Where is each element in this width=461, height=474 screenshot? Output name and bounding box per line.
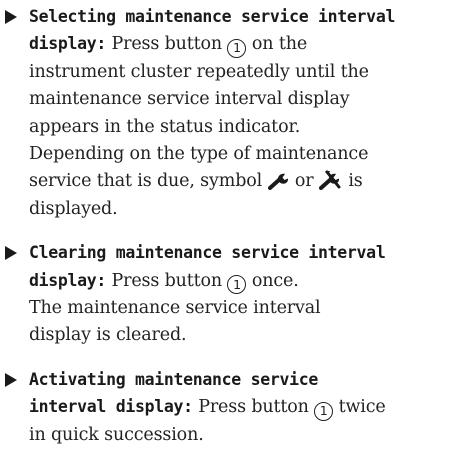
instruction-item-clear: Clearing maintenance service interval di… <box>0 239 461 350</box>
instruction-text: instrument cluster repeatedly until the <box>29 61 369 82</box>
instruction-text: The maintenance service interval <box>29 298 321 319</box>
button-1-icon: 1 <box>314 402 334 422</box>
wrench-icon <box>267 174 288 191</box>
instruction-heading-cont: display: <box>29 270 107 290</box>
double-wrench-icon <box>318 170 341 191</box>
instruction-text: in quick succession. <box>29 424 204 445</box>
instruction-line: display: Press button 1 on the <box>29 30 461 59</box>
instruction-heading: Activating maintenance service <box>29 369 319 389</box>
instruction-heading-cont: interval display: <box>29 397 193 417</box>
button-1-icon: 1 <box>227 275 247 295</box>
instruction-item-select: Selecting maintenance service interval d… <box>0 3 461 223</box>
instruction-text: Depending on the type of maintenance <box>29 144 369 165</box>
instruction-line: display: Press button 1 once. <box>29 267 461 295</box>
bullet-arrow-icon <box>5 10 17 24</box>
instruction-page: Selecting maintenance service interval d… <box>0 0 461 474</box>
instruction-line-symbols: service that is due, symbol or is <box>29 170 363 192</box>
instruction-heading: Clearing maintenance service interval <box>29 243 386 263</box>
instruction-text: maintenance service interval display <box>29 89 350 110</box>
instruction-line: interval display: Press button 1 twice <box>29 393 461 422</box>
button-1-icon: 1 <box>227 39 247 59</box>
instruction-item-activate: Activating maintenance service interval … <box>0 366 461 449</box>
instruction-text: displayed. <box>29 198 118 219</box>
instruction-heading: Selecting maintenance service interval <box>29 7 396 26</box>
bullet-arrow-icon <box>5 372 17 387</box>
instruction-text: display is cleared. <box>29 325 187 346</box>
instruction-text: appears in the status indicator. <box>29 116 301 137</box>
bullet-arrow-icon <box>5 246 17 261</box>
instruction-heading-cont: display: <box>29 34 107 54</box>
